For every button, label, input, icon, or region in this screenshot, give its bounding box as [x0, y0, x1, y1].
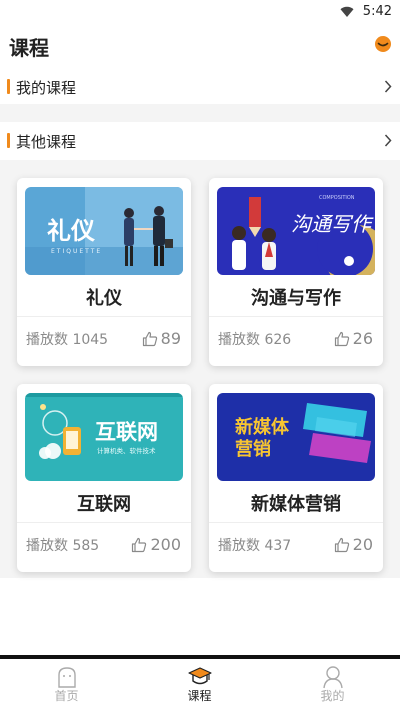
page-title: 课程 [9, 36, 49, 60]
play-count: 播放数 585 [26, 538, 100, 554]
thumbs-up-icon [132, 537, 147, 552]
like-count-value: 26 [352, 329, 373, 348]
bottom-tab-bar: 首页 课程 我的 [0, 659, 400, 711]
thumbs-up-icon [334, 537, 349, 552]
like-count[interactable]: 200 [131, 535, 181, 554]
like-count-value: 89 [160, 329, 181, 348]
thumb-subtitle: 计算机类、软件技术 [97, 446, 156, 455]
card-divider [17, 316, 191, 317]
section-accent-bar [7, 133, 10, 148]
thumb-title: 礼仪 [47, 217, 96, 245]
my-courses-label: 我的课程 [16, 79, 77, 97]
home-icon [58, 667, 76, 688]
course-card[interactable]: COMPOSITION 沟通写作 沟通与写作 播放数 626 26 [209, 178, 383, 366]
section-accent-bar [7, 79, 10, 94]
card-divider [209, 522, 383, 523]
course-title: 新媒体营销 [251, 494, 341, 515]
like-count[interactable]: 89 [142, 329, 181, 348]
tab-courses[interactable]: 课程 [133, 659, 266, 711]
wifi-icon [340, 6, 354, 18]
other-courses-label: 其他课程 [16, 133, 77, 151]
card-divider [17, 522, 191, 523]
chat-bubble-icon[interactable] [374, 35, 392, 53]
thumb-subtitle: ETIQUETTE [51, 248, 102, 255]
tab-label: 首页 [54, 689, 79, 703]
course-thumbnail: 互联网 计算机类、软件技术 [25, 393, 183, 481]
thumb-title: 沟通写作 [291, 212, 374, 236]
like-count-value: 20 [352, 535, 373, 554]
course-thumbnail: COMPOSITION 沟通写作 [217, 187, 375, 275]
course-title: 礼仪 [86, 288, 122, 309]
thumb-title: 新媒体 [235, 416, 290, 438]
course-title: 互联网 [77, 494, 131, 515]
chevron-right-icon [384, 80, 392, 93]
other-courses-row[interactable]: 其他课程 [0, 122, 400, 158]
tab-label: 课程 [187, 689, 212, 703]
course-card[interactable]: 新媒体 营销 新媒体营销 播放数 437 20 [209, 384, 383, 572]
like-count[interactable]: 26 [334, 329, 373, 348]
course-title: 沟通与写作 [251, 288, 341, 309]
profile-icon [323, 666, 343, 689]
course-thumbnail: 礼仪 ETIQUETTE [25, 187, 183, 275]
thumb-subtitle: COMPOSITION [319, 195, 355, 201]
section-gap [0, 104, 400, 122]
tab-profile[interactable]: 我的 [266, 659, 399, 711]
course-card[interactable]: 礼仪 ETIQUETTE 礼仪 播放数 1045 89 [17, 178, 191, 366]
play-count: 播放数 437 [218, 538, 292, 554]
my-courses-row[interactable]: 我的课程 [0, 68, 400, 104]
course-grid: 礼仪 ETIQUETTE 礼仪 播放数 1045 89 COMPOSITION … [0, 160, 400, 578]
card-divider [209, 316, 383, 317]
tab-home[interactable]: 首页 [0, 659, 133, 711]
tab-label: 我的 [320, 689, 345, 703]
play-count: 播放数 1045 [26, 332, 109, 348]
status-time: 5:42 [362, 4, 392, 19]
status-bar: 5:42 [0, 0, 400, 24]
thumbs-up-icon [334, 331, 349, 346]
thumb-title: 互联网 [95, 420, 158, 444]
like-count-value: 200 [150, 535, 181, 554]
like-count[interactable]: 20 [334, 535, 373, 554]
course-card[interactable]: 互联网 计算机类、软件技术 互联网 播放数 585 200 [17, 384, 191, 572]
play-count: 播放数 626 [218, 332, 292, 348]
graduation-cap-icon [188, 667, 212, 685]
thumbs-up-icon [142, 331, 157, 346]
course-thumbnail: 新媒体 营销 [217, 393, 375, 481]
thumb-title-line2: 营销 [235, 438, 271, 460]
chevron-right-icon [384, 134, 392, 147]
page-header: 课程 [0, 24, 400, 64]
